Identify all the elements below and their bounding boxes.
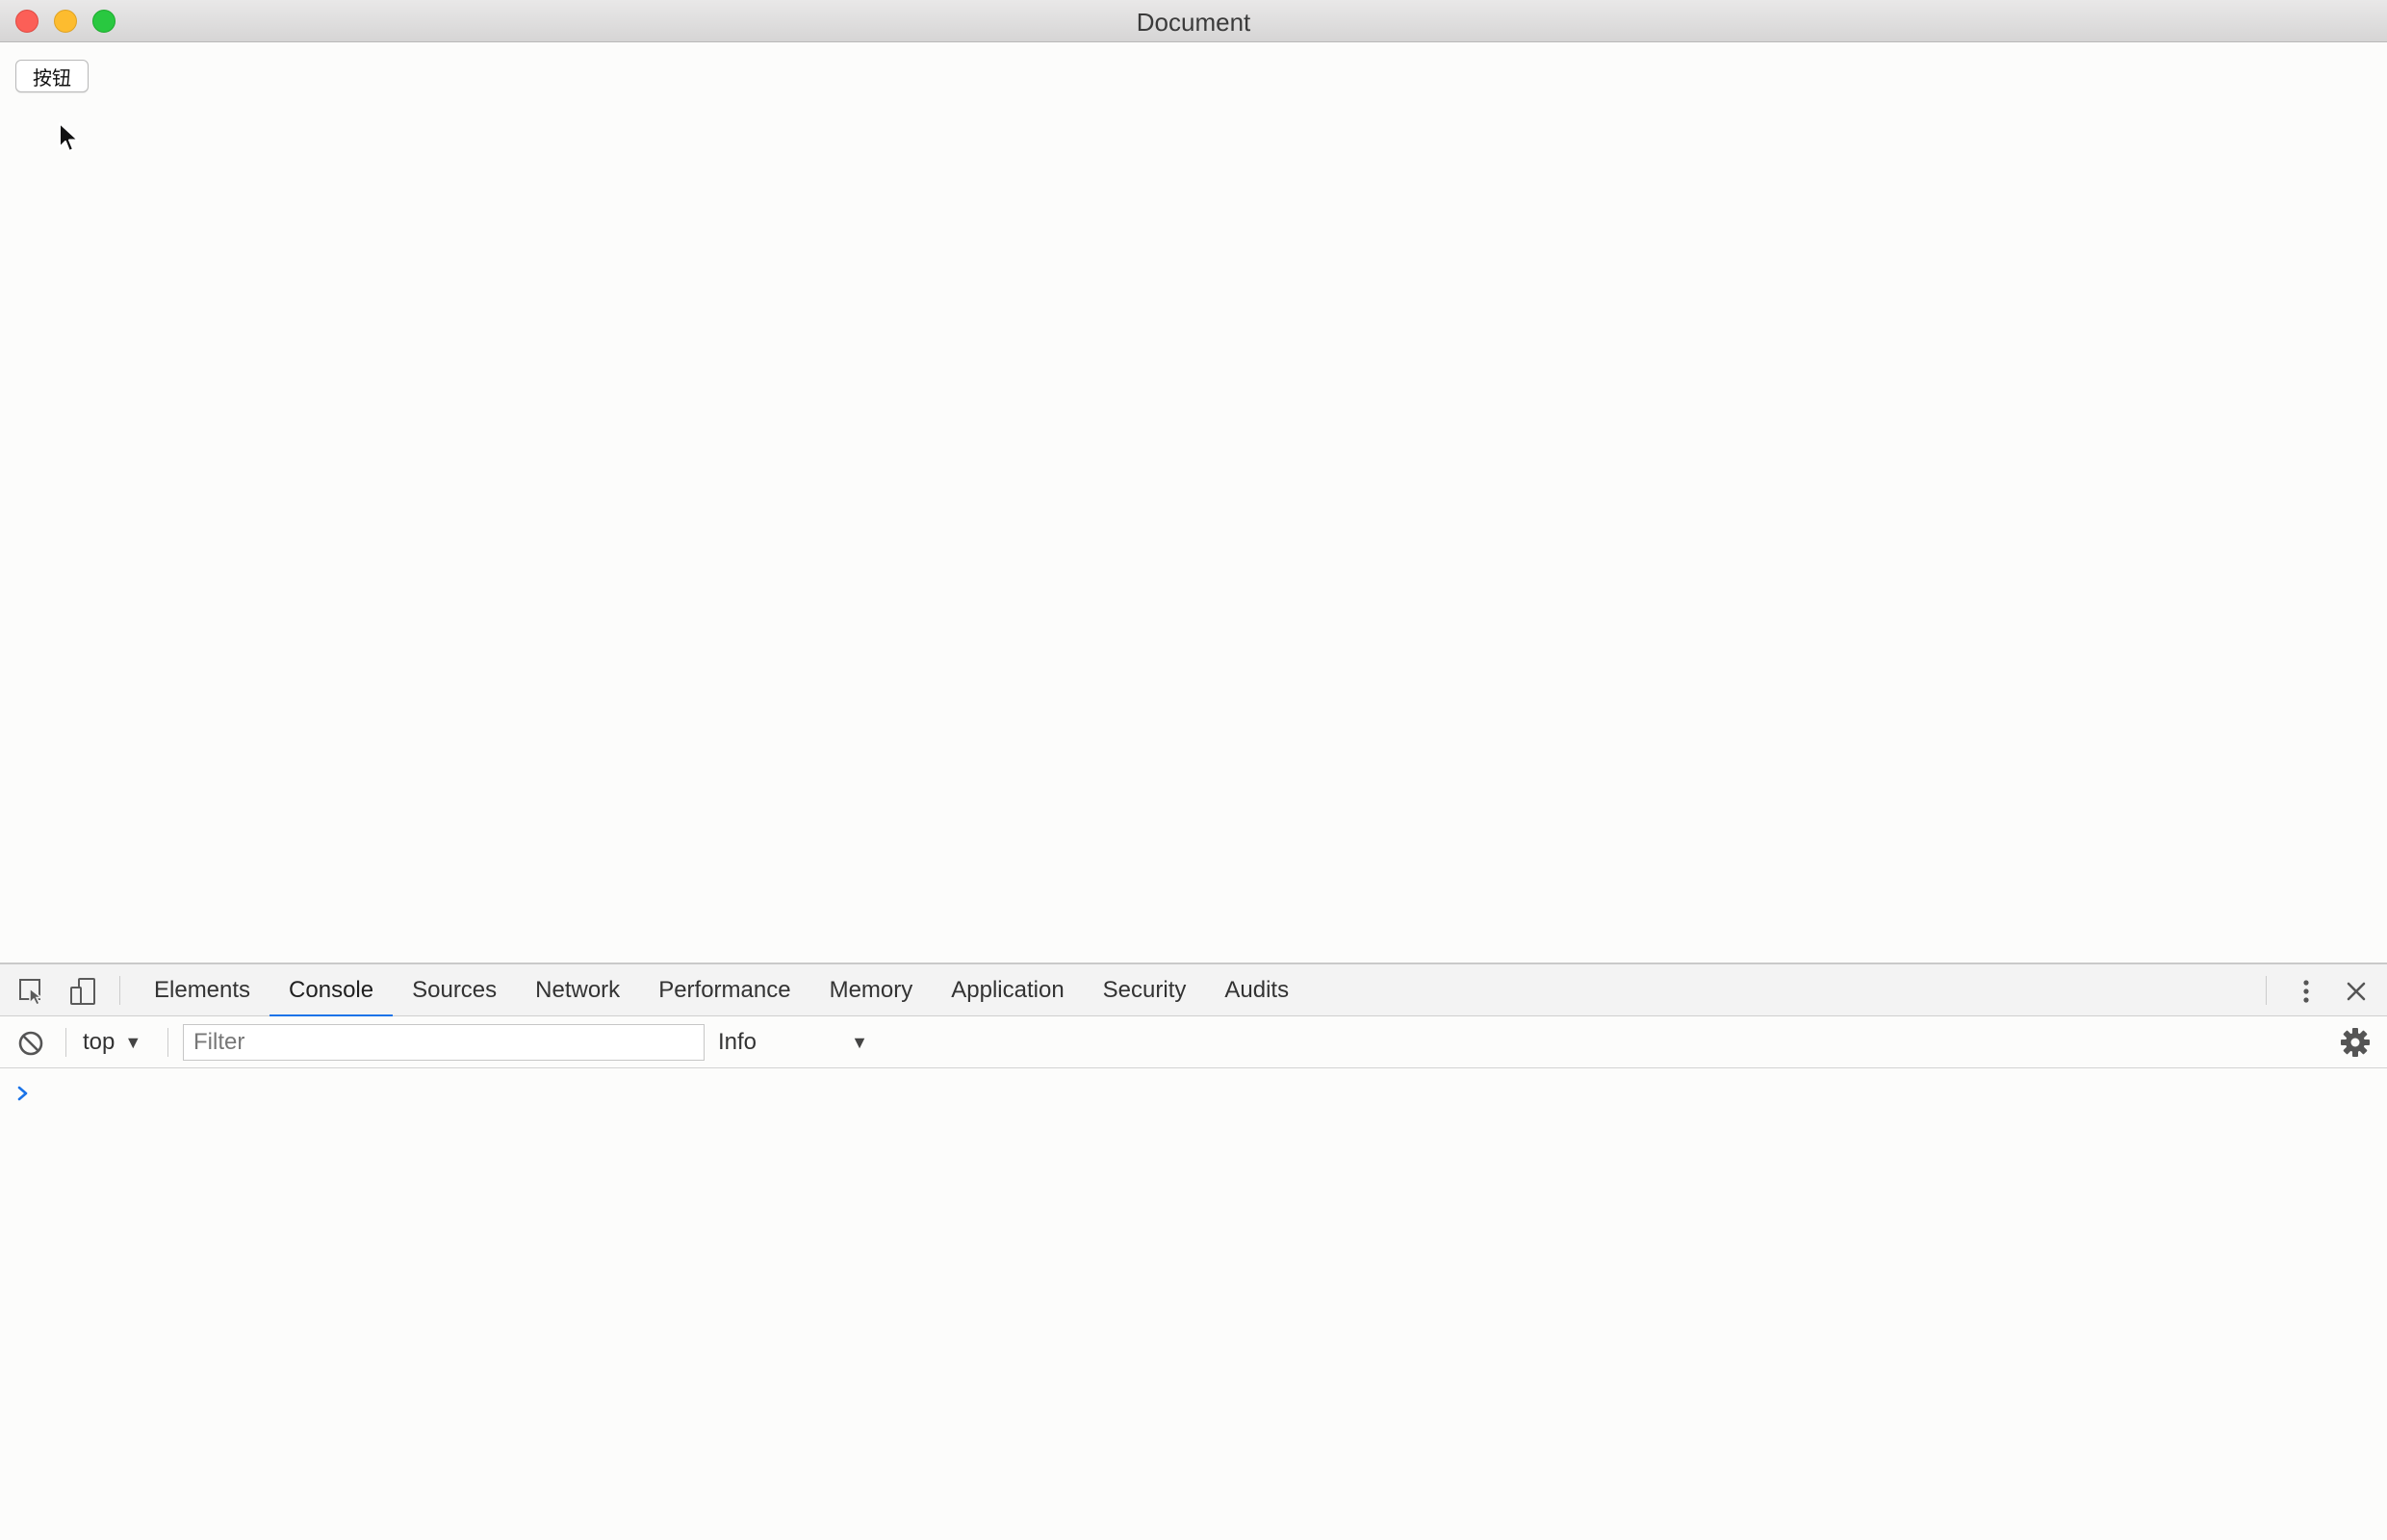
device-toolbar-icon[interactable] bbox=[67, 976, 98, 1007]
console-toolbar: top ▼ Info ▼ bbox=[0, 1016, 2387, 1068]
filter-input[interactable] bbox=[183, 1024, 705, 1061]
toolbar-divider bbox=[65, 1028, 66, 1057]
console-output[interactable] bbox=[0, 1068, 2387, 1540]
console-prompt[interactable] bbox=[0, 1076, 2387, 1111]
devtools-tab-bar: Elements Console Sources Network Perform… bbox=[0, 964, 2387, 1017]
caret-down-icon: ▼ bbox=[851, 1032, 868, 1052]
title-bar: Document bbox=[0, 0, 2387, 42]
browser-window: Document 按钮 Elements Console Sources Net… bbox=[0, 0, 2387, 1540]
clear-console-icon[interactable] bbox=[15, 1028, 46, 1059]
page-button[interactable]: 按钮 bbox=[15, 60, 89, 92]
tab-console[interactable]: Console bbox=[270, 964, 394, 1017]
tab-audits[interactable]: Audits bbox=[1205, 964, 1308, 1016]
tab-network[interactable]: Network bbox=[516, 964, 639, 1016]
prompt-chevron-icon bbox=[17, 1086, 28, 1101]
mouse-cursor-icon bbox=[59, 122, 79, 152]
window-title: Document bbox=[1136, 8, 1251, 37]
caret-down-icon: ▼ bbox=[124, 1032, 142, 1052]
page-content: 按钮 bbox=[0, 42, 2387, 962]
console-prompt-input[interactable] bbox=[42, 1078, 2352, 1109]
tab-performance[interactable]: Performance bbox=[639, 964, 809, 1016]
tab-elements[interactable]: Elements bbox=[135, 964, 270, 1016]
log-level-selector[interactable]: Info ▼ bbox=[718, 1026, 868, 1059]
context-selector-value: top bbox=[83, 1029, 116, 1055]
tab-sources[interactable]: Sources bbox=[393, 964, 516, 1016]
devtools-panel: Elements Console Sources Network Perform… bbox=[0, 962, 2387, 1540]
tab-security[interactable]: Security bbox=[1084, 964, 1206, 1016]
context-selector[interactable]: top ▼ bbox=[83, 1026, 141, 1059]
devtools-tabs: Elements Console Sources Network Perform… bbox=[135, 964, 1308, 1017]
toolbar-divider bbox=[167, 1028, 168, 1057]
log-level-value: Info bbox=[718, 1029, 757, 1055]
more-vertical-icon[interactable] bbox=[2291, 976, 2322, 1007]
close-icon[interactable] bbox=[2341, 976, 2372, 1007]
gear-icon[interactable] bbox=[2339, 1026, 2372, 1059]
inspect-element-icon[interactable] bbox=[16, 976, 47, 1007]
toolbar-divider bbox=[2266, 976, 2267, 1005]
toolbar-divider bbox=[119, 976, 120, 1005]
tab-memory[interactable]: Memory bbox=[810, 964, 933, 1016]
tab-application[interactable]: Application bbox=[932, 964, 1083, 1016]
